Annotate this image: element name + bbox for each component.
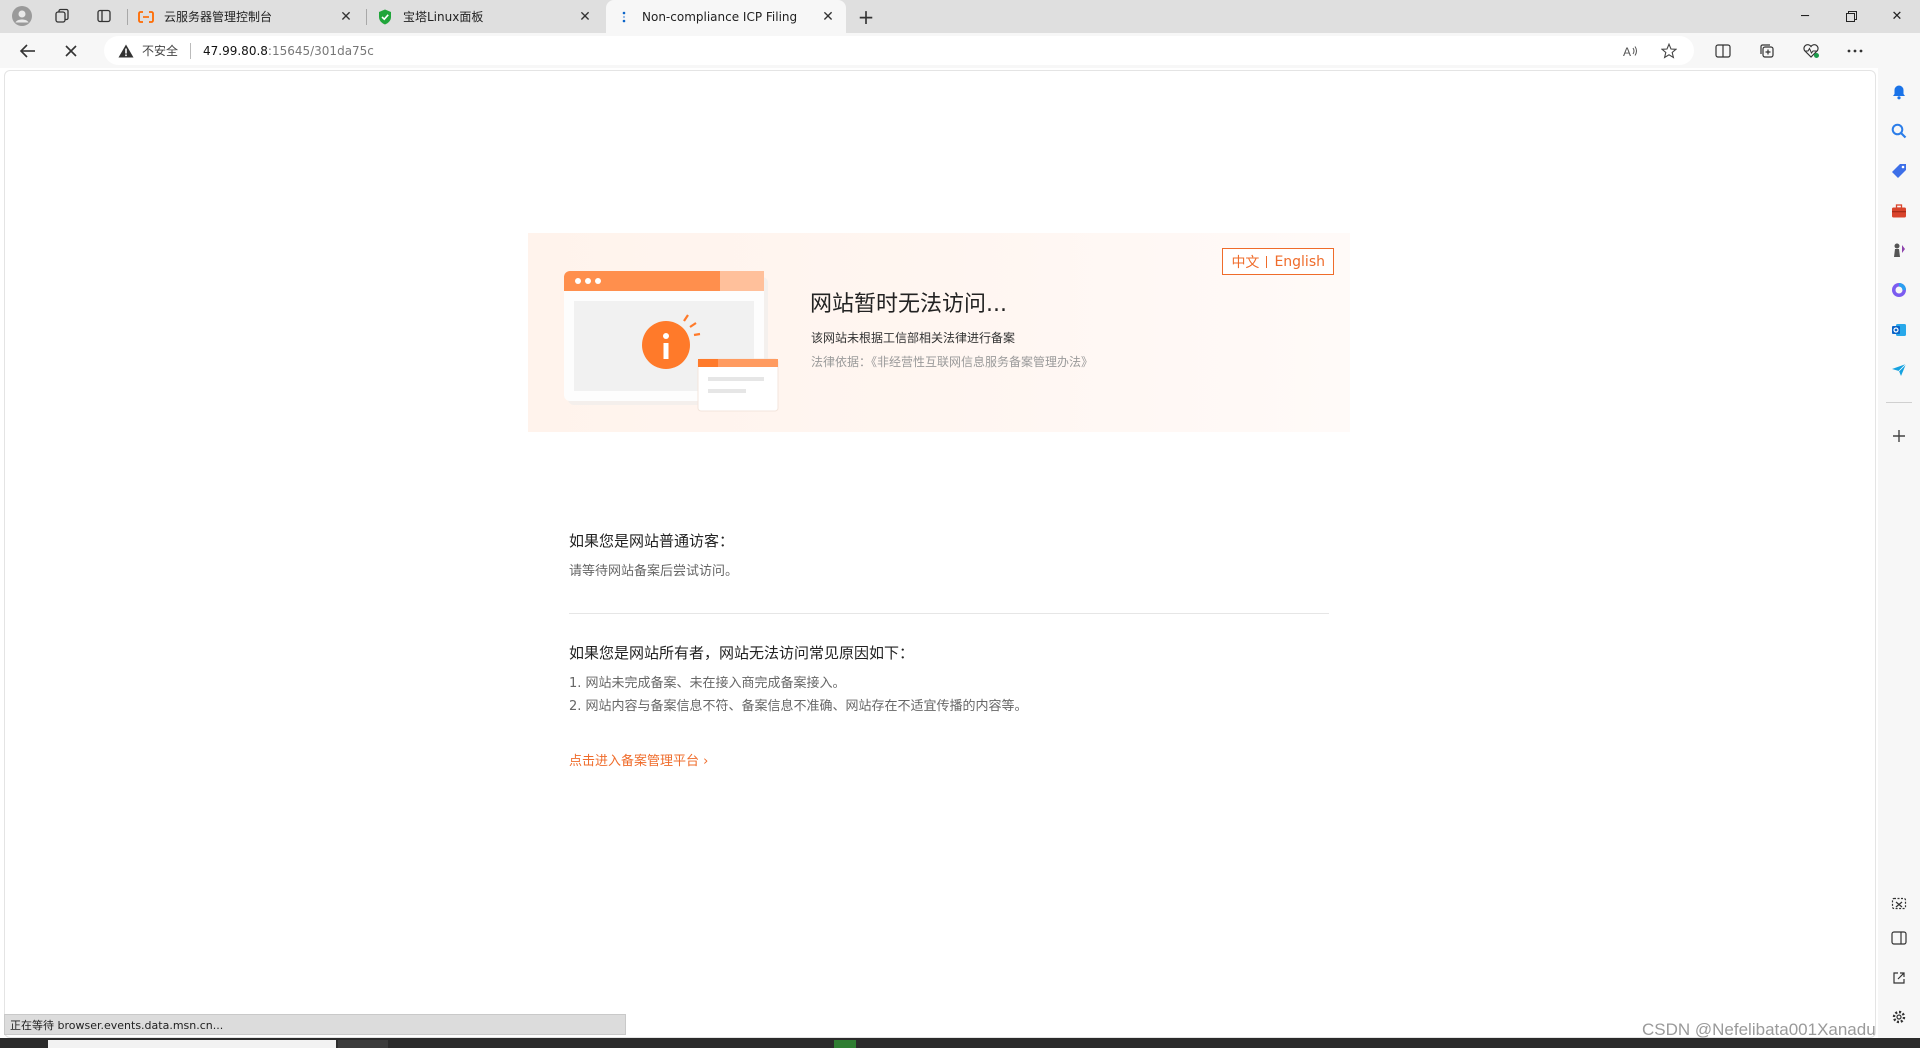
visitor-heading: 如果您是网站普通访客： (569, 532, 735, 550)
watermark: CSDN @Nefelibata001Xanadu (1642, 1020, 1876, 1039)
filing-platform-link[interactable]: 点击进入备案管理平台 › (569, 750, 708, 769)
settings-gear-icon[interactable] (1887, 1005, 1911, 1029)
collections-icon[interactable] (1752, 37, 1782, 65)
page-viewport (4, 70, 1876, 1038)
workspaces-icon[interactable] (48, 4, 76, 28)
add-sidebar-app-icon[interactable] (1887, 424, 1911, 448)
status-bar: 正在等待 browser.events.data.msn.cn... (4, 1014, 626, 1035)
notice-banner: 中文 English 网站暂时无法访问... 该网站未根据工信部相关法律进行备案… (528, 233, 1350, 432)
visitor-text: 请等待网站备案后尝试访问。 (569, 564, 739, 579)
open-external-icon[interactable] (1887, 966, 1911, 990)
tab-strip: 云服务器管理控制台 ✕ 宝塔Linux面板 ✕ Non-compliance I… (0, 0, 1920, 33)
back-button[interactable] (13, 37, 43, 65)
vertical-tabs-icon[interactable] (90, 4, 118, 28)
page-title: 网站暂时无法访问... (810, 292, 1007, 317)
warning-icon[interactable] (118, 43, 134, 59)
owner-heading: 如果您是网站所有者，网站无法访问常见原因如下： (569, 644, 915, 662)
svg-text:A: A (1623, 45, 1631, 58)
close-window-button[interactable]: ✕ (1874, 0, 1920, 33)
read-aloud-icon[interactable]: A (1622, 42, 1640, 60)
reason-item: 2. 网站内容与备案信息不符、备案信息不准确、网站存在不适宜传播的内容等。 (569, 699, 1028, 714)
drop-send-icon[interactable] (1887, 358, 1911, 382)
toolbar: 不安全 47.99.80.8:15645/301da75c A (0, 33, 1920, 68)
tab-title: Non-compliance ICP Filing (642, 9, 798, 24)
edge-sidebar (1878, 33, 1920, 1048)
close-tab-icon[interactable]: ✕ (338, 9, 354, 25)
outlook-icon[interactable] (1887, 318, 1911, 342)
close-tab-icon[interactable]: ✕ (820, 9, 836, 25)
language-toggle[interactable]: 中文 English (1222, 248, 1334, 275)
notifications-bell-icon[interactable] (1887, 80, 1911, 104)
law-basis: 法律依据：《非经营性互联网信息服务备案管理办法》 (811, 355, 1094, 369)
tab-aliyun-console[interactable]: 云服务器管理控制台 ✕ (128, 0, 364, 33)
divider (569, 613, 1329, 614)
profile-icon[interactable] (8, 4, 36, 28)
tab-title: 宝塔Linux面板 (403, 10, 484, 24)
address-bar[interactable]: 不安全 47.99.80.8:15645/301da75c A (104, 36, 1694, 65)
taskbar (0, 1038, 1920, 1048)
loading-icon (616, 9, 632, 25)
games-icon[interactable] (1887, 238, 1911, 262)
baota-shield-icon (377, 9, 393, 25)
minimize-button[interactable]: ─ (1782, 0, 1828, 33)
new-tab-button[interactable]: + (853, 4, 879, 30)
tools-briefcase-icon[interactable] (1887, 199, 1911, 223)
screenshot-icon[interactable] (1887, 892, 1911, 916)
url-path: :15645/301da75c (267, 43, 374, 58)
browser-essentials-icon[interactable] (1796, 37, 1826, 65)
close-tab-icon[interactable]: ✕ (577, 9, 593, 25)
warning-illustration (564, 267, 784, 417)
tab-baota-panel[interactable]: 宝塔Linux面板 ✕ (367, 0, 603, 33)
lang-en[interactable]: English (1274, 254, 1325, 270)
restore-button[interactable] (1828, 0, 1874, 33)
more-options-icon[interactable] (1840, 37, 1870, 65)
page-description: 该网站未根据工信部相关法律进行备案 (811, 331, 1016, 345)
tab-title: 云服务器管理控制台 (164, 10, 273, 24)
reason-item: 1. 网站未完成备案、未在接入商完成备案接入。 (569, 676, 846, 691)
shopping-tag-icon[interactable] (1887, 159, 1911, 183)
security-status[interactable]: 不安全 (142, 42, 178, 59)
lang-zh[interactable]: 中文 (1231, 252, 1259, 272)
aliyun-icon (138, 9, 154, 25)
tab-icp-filing[interactable]: Non-compliance ICP Filing ✕ (606, 0, 846, 33)
stop-loading-button[interactable] (56, 37, 86, 65)
sidebar-toggle-icon[interactable] (1887, 926, 1911, 950)
microsoft-365-icon[interactable] (1887, 278, 1911, 302)
search-icon[interactable] (1887, 119, 1911, 143)
split-screen-icon[interactable] (1708, 37, 1738, 65)
url-host: 47.99.80.8 (203, 43, 268, 58)
favorite-star-icon[interactable] (1660, 42, 1678, 60)
